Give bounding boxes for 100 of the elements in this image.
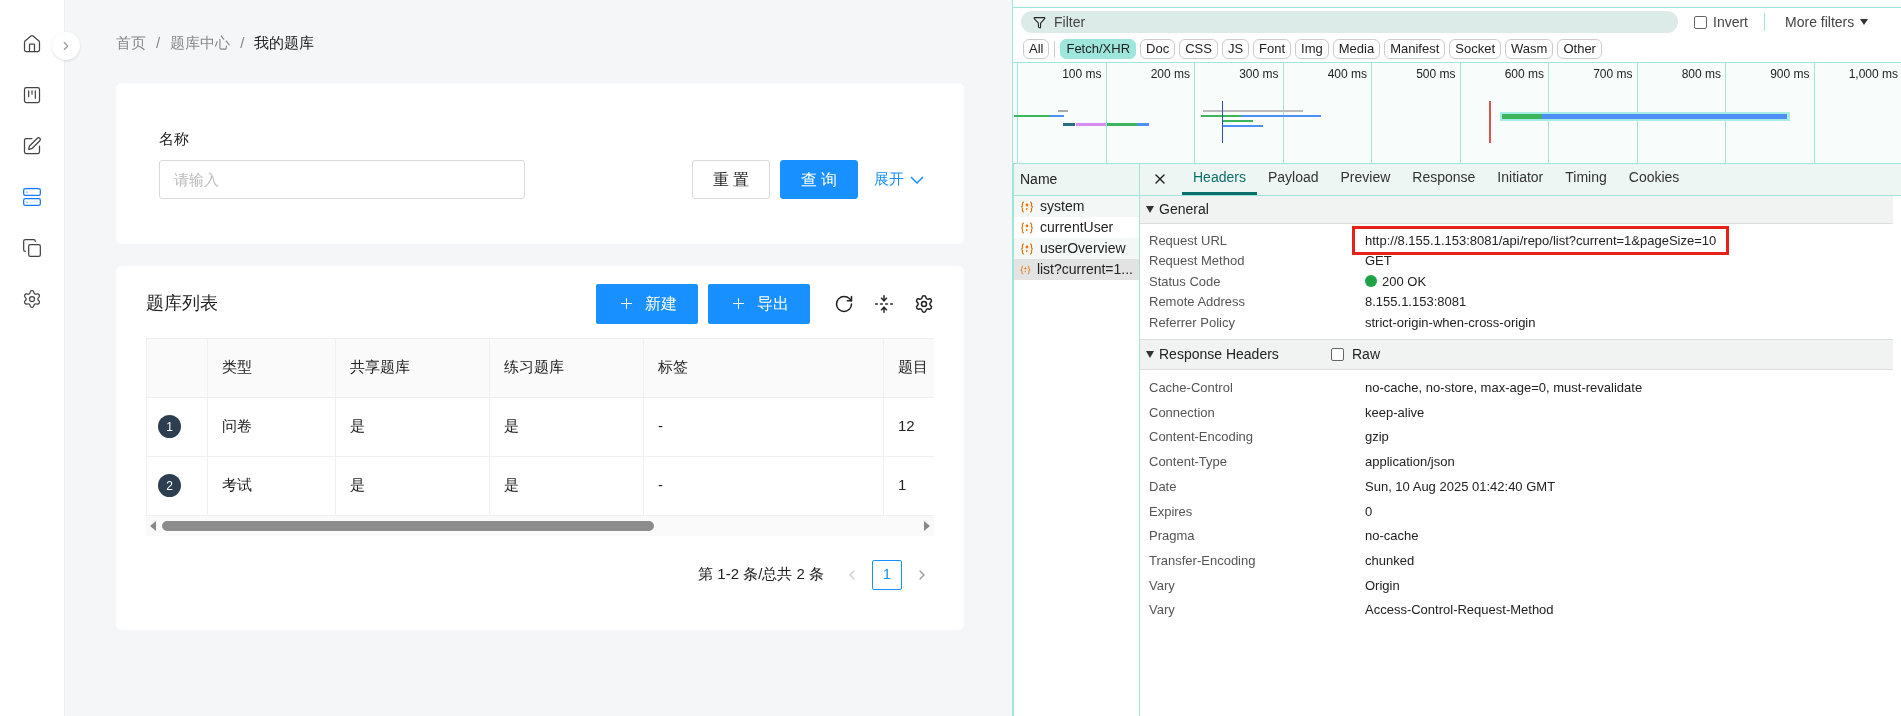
type-filter-chip[interactable]: Socket <box>1449 39 1502 59</box>
density-icon[interactable] <box>874 293 894 314</box>
copy-icon[interactable] <box>22 238 42 258</box>
braces-icon <box>1020 200 1034 213</box>
header-cell: 类型 <box>208 338 336 397</box>
request-row[interactable]: list?current=1... <box>1014 259 1139 280</box>
header-cell: 标签 <box>644 338 884 397</box>
timeline-tick-label: 600 ms <box>1504 66 1544 83</box>
raw-checkbox[interactable]: Raw <box>1331 343 1380 365</box>
name-input[interactable]: 请输入 <box>159 160 525 199</box>
header-value: strict-origin-when-cross-origin <box>1365 313 1536 332</box>
request-name: list?current=1... <box>1036 260 1133 279</box>
refresh-icon[interactable] <box>834 293 854 314</box>
panel-tab[interactable]: Response <box>1401 163 1487 195</box>
type-filter-chip[interactable]: Other <box>1557 39 1602 59</box>
table-cell: 是 <box>336 397 490 456</box>
type-filter-chip[interactable]: Doc <box>1140 39 1176 59</box>
header-key: Pragma <box>1140 526 1365 546</box>
timeline-tick-label: 1,000 ms <box>1848 66 1898 83</box>
header-value: chunked <box>1365 551 1415 570</box>
expand-triangle-icon[interactable] <box>1146 350 1154 358</box>
invert-checkbox[interactable]: Invert <box>1694 11 1748 33</box>
more-filters-dropdown[interactable]: More filters <box>1785 11 1869 33</box>
home-icon[interactable] <box>22 34 42 54</box>
timeline-tick-label: 400 ms <box>1327 66 1367 83</box>
header-value: 8.155.1.153:8081 <box>1365 293 1467 311</box>
header-value: 0 <box>1365 502 1373 521</box>
request-row[interactable]: system <box>1014 196 1139 217</box>
expand-triangle-icon[interactable] <box>1146 206 1154 213</box>
header-key: Cache-Control <box>1140 378 1365 398</box>
chevron-down-icon <box>910 175 924 184</box>
header-key: Date <box>1140 476 1365 497</box>
timeline-tick-label: 800 ms <box>1681 66 1721 83</box>
type-filter-chip[interactable]: Manifest <box>1384 39 1446 59</box>
header-key: Status Code <box>1140 271 1365 291</box>
request-url: http://8.155.1.153:8081/api/repo/list?current=1&pageSize=10 <box>1352 225 1730 255</box>
timeline-tick-label: 700 ms <box>1593 66 1633 83</box>
timeline-tick-label: 300 ms <box>1239 66 1279 83</box>
reset-button[interactable]: 重 置 <box>692 160 770 199</box>
column-header: Name <box>1014 164 1139 196</box>
type-filter-chip[interactable]: Wasm <box>1505 39 1554 59</box>
table-cell: 是 <box>490 397 644 456</box>
table-cell: - <box>644 397 884 456</box>
header-value: no-cache, no-store, max-age=0, must-revalidate <box>1365 379 1643 398</box>
edit-icon[interactable] <box>22 136 42 156</box>
breadcrumb-separator: / <box>240 33 245 53</box>
panel-tab[interactable]: Cookies <box>1617 163 1691 195</box>
card-title: 题库列表 <box>146 292 218 315</box>
table-cell: 是 <box>336 456 490 515</box>
braces-icon <box>1020 242 1034 255</box>
header-cell: 共享题库 <box>336 338 490 397</box>
section-title: Response Headers <box>1159 344 1280 364</box>
horizontal-scrollbar[interactable] <box>146 515 934 536</box>
type-filter-chip[interactable]: CSS <box>1179 39 1218 59</box>
request-name: currentUser <box>1040 218 1114 237</box>
header-value: no-cache <box>1365 527 1419 546</box>
timeline-tick-label: 900 ms <box>1770 66 1810 83</box>
request-name: userOverview <box>1040 239 1126 258</box>
header-key: Expires <box>1140 501 1365 522</box>
timeline-tick-label: 100 ms <box>1062 66 1102 83</box>
board-icon[interactable] <box>22 85 42 105</box>
panel-tab[interactable]: Payload <box>1256 163 1330 195</box>
header-key: Remote Address <box>1140 292 1365 312</box>
settings-icon[interactable] <box>914 293 934 314</box>
row-index-badge: 2 <box>158 474 181 497</box>
settings-icon[interactable] <box>22 289 42 309</box>
header-key: Content-Type <box>1140 452 1365 472</box>
braces-icon <box>1020 263 1031 276</box>
request-name: system <box>1040 197 1085 216</box>
type-filter-chip[interactable]: JS <box>1221 39 1250 59</box>
header-key: Vary <box>1140 600 1365 620</box>
panel-tab[interactable]: Timing <box>1554 163 1618 195</box>
table-cell: 12 <box>884 397 934 456</box>
panel-tab[interactable]: Preview <box>1329 163 1402 195</box>
header-cell: 练习题库 <box>490 338 644 397</box>
type-filter-chip[interactable]: Font <box>1253 39 1292 59</box>
breadcrumb-separator: / <box>156 33 161 53</box>
table-cell: 考试 <box>208 456 336 515</box>
section-title: General <box>1159 200 1209 219</box>
request-row[interactable]: userOverview <box>1014 238 1139 259</box>
database-icon[interactable] <box>22 187 42 207</box>
type-filter-chip[interactable]: Fetch/XHR <box>1060 39 1137 59</box>
header-value: Origin <box>1365 576 1400 595</box>
header-key: Referrer Policy <box>1140 312 1365 332</box>
header-key: Transfer-Encoding <box>1140 550 1365 571</box>
header-value: Access-Control-Request-Method <box>1365 601 1554 620</box>
type-filter-chip[interactable]: All <box>1023 39 1050 59</box>
header-value: Sun, 10 Aug 2025 01:42:40 GMT <box>1365 477 1556 496</box>
header-value: 200 OK <box>1382 272 1427 291</box>
header-cell: 题目 <box>884 338 934 397</box>
pagination-summary: 第 1-2 条/总共 2 条 <box>698 564 824 585</box>
table-cell: - <box>644 456 884 515</box>
header-value: GET <box>1365 252 1392 270</box>
funnel-icon <box>1033 16 1046 29</box>
filter-field[interactable]: Filter <box>1021 11 1678 33</box>
panel-tab[interactable]: Initiator <box>1486 163 1555 195</box>
table-cell: 1 <box>884 456 934 515</box>
collapse-toggle[interactable] <box>52 32 80 60</box>
type-filter-chip[interactable]: Media <box>1332 39 1381 59</box>
type-filter-chip[interactable]: Img <box>1295 39 1329 59</box>
